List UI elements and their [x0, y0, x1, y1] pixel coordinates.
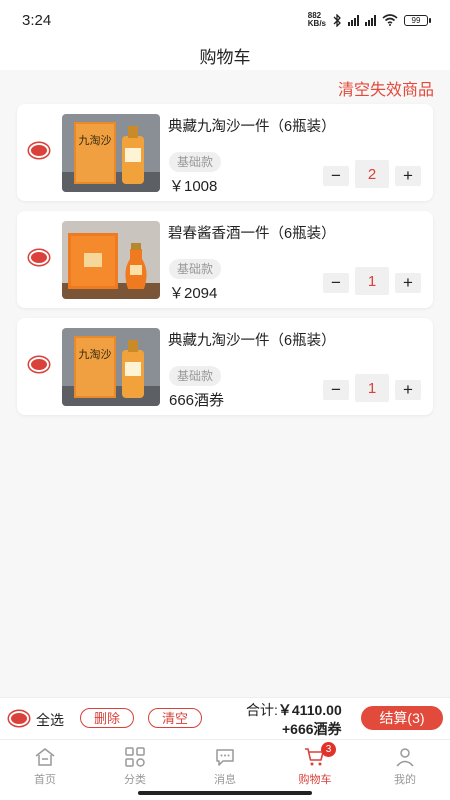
tab-home[interactable]: 首页 — [0, 740, 90, 800]
increase-button[interactable]: + — [395, 380, 421, 400]
increase-button[interactable]: + — [395, 273, 421, 293]
item-select-radio[interactable] — [29, 143, 49, 158]
home-indicator[interactable] — [138, 791, 312, 795]
network-speed-unit: KB/s — [307, 19, 326, 28]
cart-item: 碧春酱香酒一件（6瓶装） 基础款 ￥2094 − 1 + — [17, 211, 433, 308]
profile-icon — [396, 748, 414, 767]
decrease-button[interactable]: − — [323, 166, 349, 186]
cart-item: 九淘沙 典藏九淘沙一件（6瓶装） 基础款 666酒券 − 1 + — [17, 318, 433, 415]
signal-icon — [348, 14, 359, 26]
category-icon — [125, 747, 145, 767]
quantity-value[interactable]: 1 — [355, 374, 389, 402]
cart-count-badge: 3 — [321, 742, 336, 757]
cart-item: 九淘沙 典藏九淘沙一件（6瓶装） 基础款 ￥1008 − 2 + — [17, 104, 433, 201]
clear-invalid-button[interactable]: 清空失效商品 — [338, 76, 434, 100]
status-bar: 3:24 882 KB/s 99 — [0, 0, 450, 40]
tab-label: 购物车 — [298, 774, 332, 786]
product-image[interactable]: 九淘沙 — [62, 114, 160, 192]
bluetooth-icon — [333, 13, 341, 27]
item-select-radio[interactable] — [29, 357, 49, 372]
message-icon — [216, 749, 234, 766]
product-price: 666酒券 — [169, 392, 225, 409]
select-all-radio[interactable] — [9, 711, 29, 726]
tab-label: 分类 — [124, 774, 146, 786]
svg-text:九淘沙: 九淘沙 — [79, 134, 112, 147]
tab-label: 首页 — [34, 774, 56, 786]
variant-tag: 基础款 — [169, 259, 222, 279]
total-amount: ￥4110.00 — [277, 702, 342, 718]
tab-label: 消息 — [214, 774, 236, 786]
clear-button[interactable]: 清空 — [148, 708, 203, 728]
network-speed: 882 KB/s — [308, 12, 326, 28]
quantity-stepper: − 2 + — [323, 160, 421, 188]
battery-icon: 99 — [404, 14, 431, 26]
page-title: 购物车 — [199, 47, 251, 67]
tab-label: 我的 — [394, 774, 416, 786]
tab-profile[interactable]: 我的 — [360, 740, 450, 800]
wifi-icon — [382, 14, 398, 26]
product-image[interactable] — [62, 221, 160, 299]
battery-level: 99 — [411, 15, 421, 25]
product-price: ￥2094 — [169, 285, 218, 302]
variant-tag: 基础款 — [169, 366, 222, 386]
page-header: 购物车 — [0, 40, 450, 70]
total-line: 合计:￥4110.00 — [246, 700, 342, 720]
total-label: 合计: — [246, 702, 278, 718]
product-name[interactable]: 典藏九淘沙一件（6瓶装） — [168, 329, 336, 350]
quantity-stepper: − 1 + — [323, 267, 421, 295]
status-time: 3:24 — [22, 11, 52, 29]
quantity-stepper: − 1 + — [323, 374, 421, 402]
actions-row: 清空失效商品 — [0, 70, 450, 102]
product-price: ￥1008 — [169, 178, 218, 195]
item-select-radio[interactable] — [29, 250, 49, 265]
svg-text:九淘沙: 九淘沙 — [79, 348, 112, 361]
product-image[interactable]: 九淘沙 — [62, 328, 160, 406]
product-name[interactable]: 典藏九淘沙一件（6瓶装） — [168, 115, 336, 136]
total-coupon: +666酒券 — [282, 721, 342, 737]
home-icon — [35, 748, 55, 766]
signal-icon-2 — [365, 14, 376, 26]
product-name[interactable]: 碧春酱香酒一件（6瓶装） — [168, 222, 336, 243]
decrease-button[interactable]: − — [323, 380, 349, 400]
delete-button[interactable]: 删除 — [80, 708, 135, 728]
checkout-button[interactable]: 结算(3) — [361, 706, 443, 730]
status-icons: 882 KB/s 99 — [308, 12, 431, 28]
checkout-bar: 全选 删除 清空 合计:￥4110.00 +666酒券 结算(3) — [0, 697, 450, 739]
increase-button[interactable]: + — [395, 166, 421, 186]
quantity-value[interactable]: 2 — [355, 160, 389, 188]
variant-tag: 基础款 — [169, 152, 222, 172]
select-all-label[interactable]: 全选 — [36, 710, 64, 730]
decrease-button[interactable]: − — [323, 273, 349, 293]
quantity-value[interactable]: 1 — [355, 267, 389, 295]
